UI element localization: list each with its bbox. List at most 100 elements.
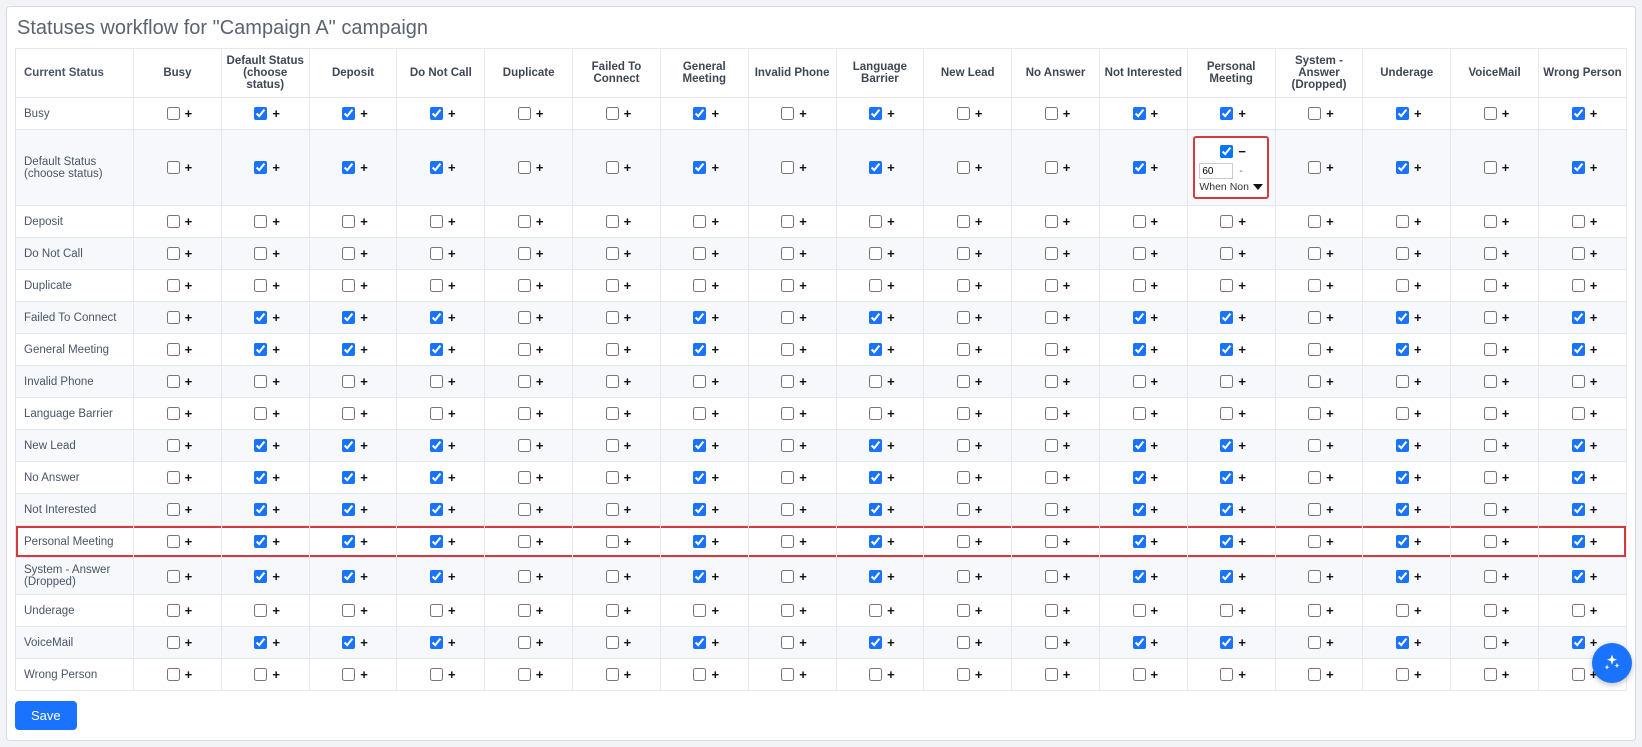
- status-checkbox[interactable]: [1308, 636, 1321, 649]
- status-checkbox[interactable]: [1396, 535, 1409, 548]
- expand-icon[interactable]: [448, 668, 456, 681]
- status-checkbox[interactable]: [254, 535, 267, 548]
- expand-icon[interactable]: [1238, 668, 1246, 681]
- status-checkbox[interactable]: [693, 343, 706, 356]
- expand-icon[interactable]: [711, 636, 719, 649]
- expand-icon[interactable]: [1502, 503, 1510, 516]
- expand-icon[interactable]: [1238, 311, 1246, 324]
- expand-icon[interactable]: [185, 471, 193, 484]
- expand-icon[interactable]: [1151, 107, 1159, 120]
- expand-icon[interactable]: [1326, 279, 1334, 292]
- status-checkbox[interactable]: [1308, 604, 1321, 617]
- expand-icon[interactable]: [1151, 161, 1159, 174]
- expand-icon[interactable]: [360, 343, 368, 356]
- expand-icon[interactable]: [975, 471, 983, 484]
- status-checkbox[interactable]: [1396, 375, 1409, 388]
- expand-icon[interactable]: [536, 247, 544, 260]
- expand-icon[interactable]: [272, 311, 280, 324]
- status-checkbox[interactable]: [1045, 535, 1058, 548]
- expand-icon[interactable]: [887, 604, 895, 617]
- expand-icon[interactable]: [887, 343, 895, 356]
- status-checkbox[interactable]: [167, 215, 180, 228]
- status-checkbox[interactable]: [606, 343, 619, 356]
- expand-icon[interactable]: [887, 107, 895, 120]
- status-checkbox[interactable]: [606, 503, 619, 516]
- expand-icon[interactable]: [624, 439, 632, 452]
- status-checkbox[interactable]: [430, 279, 443, 292]
- expand-icon[interactable]: [360, 668, 368, 681]
- expand-icon[interactable]: [272, 107, 280, 120]
- status-checkbox[interactable]: [1220, 503, 1233, 516]
- status-checkbox[interactable]: [1308, 375, 1321, 388]
- expand-icon[interactable]: [887, 636, 895, 649]
- status-checkbox[interactable]: [781, 161, 794, 174]
- status-checkbox[interactable]: [1572, 439, 1585, 452]
- status-checkbox[interactable]: [606, 247, 619, 260]
- status-checkbox[interactable]: [430, 636, 443, 649]
- status-checkbox[interactable]: [342, 247, 355, 260]
- status-checkbox[interactable]: [430, 604, 443, 617]
- status-checkbox[interactable]: [518, 439, 531, 452]
- status-checkbox[interactable]: [167, 604, 180, 617]
- status-checkbox[interactable]: [1045, 375, 1058, 388]
- expand-icon[interactable]: [1414, 471, 1422, 484]
- expand-icon[interactable]: [448, 279, 456, 292]
- status-checkbox[interactable]: [606, 407, 619, 420]
- status-checkbox[interactable]: [957, 535, 970, 548]
- status-checkbox[interactable]: [1396, 161, 1409, 174]
- status-checkbox[interactable]: [430, 161, 443, 174]
- status-checkbox[interactable]: [430, 375, 443, 388]
- expand-icon[interactable]: [1063, 570, 1071, 583]
- status-checkbox[interactable]: [1572, 503, 1585, 516]
- expand-icon[interactable]: [1502, 636, 1510, 649]
- status-checkbox[interactable]: [1133, 215, 1146, 228]
- expand-icon[interactable]: [185, 279, 193, 292]
- status-checkbox[interactable]: [254, 343, 267, 356]
- status-checkbox[interactable]: [342, 215, 355, 228]
- status-checkbox[interactable]: [1484, 107, 1497, 120]
- status-checkbox[interactable]: [693, 279, 706, 292]
- status-checkbox[interactable]: [869, 535, 882, 548]
- status-checkbox[interactable]: [254, 215, 267, 228]
- expand-icon[interactable]: [448, 604, 456, 617]
- expand-icon[interactable]: [1063, 407, 1071, 420]
- expand-icon[interactable]: [887, 535, 895, 548]
- status-checkbox[interactable]: [254, 161, 267, 174]
- status-checkbox[interactable]: [1308, 439, 1321, 452]
- status-checkbox[interactable]: [1572, 471, 1585, 484]
- expand-icon[interactable]: [360, 161, 368, 174]
- status-checkbox[interactable]: [167, 161, 180, 174]
- expand-icon[interactable]: [1502, 570, 1510, 583]
- status-checkbox[interactable]: [254, 668, 267, 681]
- expand-icon[interactable]: [360, 375, 368, 388]
- status-checkbox[interactable]: [1308, 343, 1321, 356]
- status-checkbox[interactable]: [1308, 279, 1321, 292]
- status-checkbox[interactable]: [1572, 636, 1585, 649]
- status-checkbox[interactable]: [430, 343, 443, 356]
- status-checkbox[interactable]: [518, 161, 531, 174]
- status-checkbox[interactable]: [869, 279, 882, 292]
- expand-icon[interactable]: [887, 161, 895, 174]
- status-checkbox[interactable]: [518, 604, 531, 617]
- status-checkbox[interactable]: [1045, 604, 1058, 617]
- expand-icon[interactable]: [975, 503, 983, 516]
- expand-icon[interactable]: [1414, 503, 1422, 516]
- status-checkbox[interactable]: [430, 407, 443, 420]
- status-checkbox[interactable]: [606, 668, 619, 681]
- status-checkbox[interactable]: [1133, 668, 1146, 681]
- status-checkbox[interactable]: [254, 375, 267, 388]
- status-checkbox[interactable]: [957, 570, 970, 583]
- help-fab[interactable]: [1592, 643, 1632, 683]
- expand-icon[interactable]: [1238, 439, 1246, 452]
- status-checkbox[interactable]: [1220, 439, 1233, 452]
- expand-icon[interactable]: [975, 215, 983, 228]
- status-checkbox[interactable]: [869, 439, 882, 452]
- expand-icon[interactable]: [448, 343, 456, 356]
- expand-icon[interactable]: [185, 604, 193, 617]
- status-checkbox[interactable]: [1220, 604, 1233, 617]
- expand-icon[interactable]: [1414, 375, 1422, 388]
- expand-icon[interactable]: [536, 215, 544, 228]
- expand-icon[interactable]: [1326, 107, 1334, 120]
- expand-icon[interactable]: [799, 343, 807, 356]
- expand-icon[interactable]: [1063, 311, 1071, 324]
